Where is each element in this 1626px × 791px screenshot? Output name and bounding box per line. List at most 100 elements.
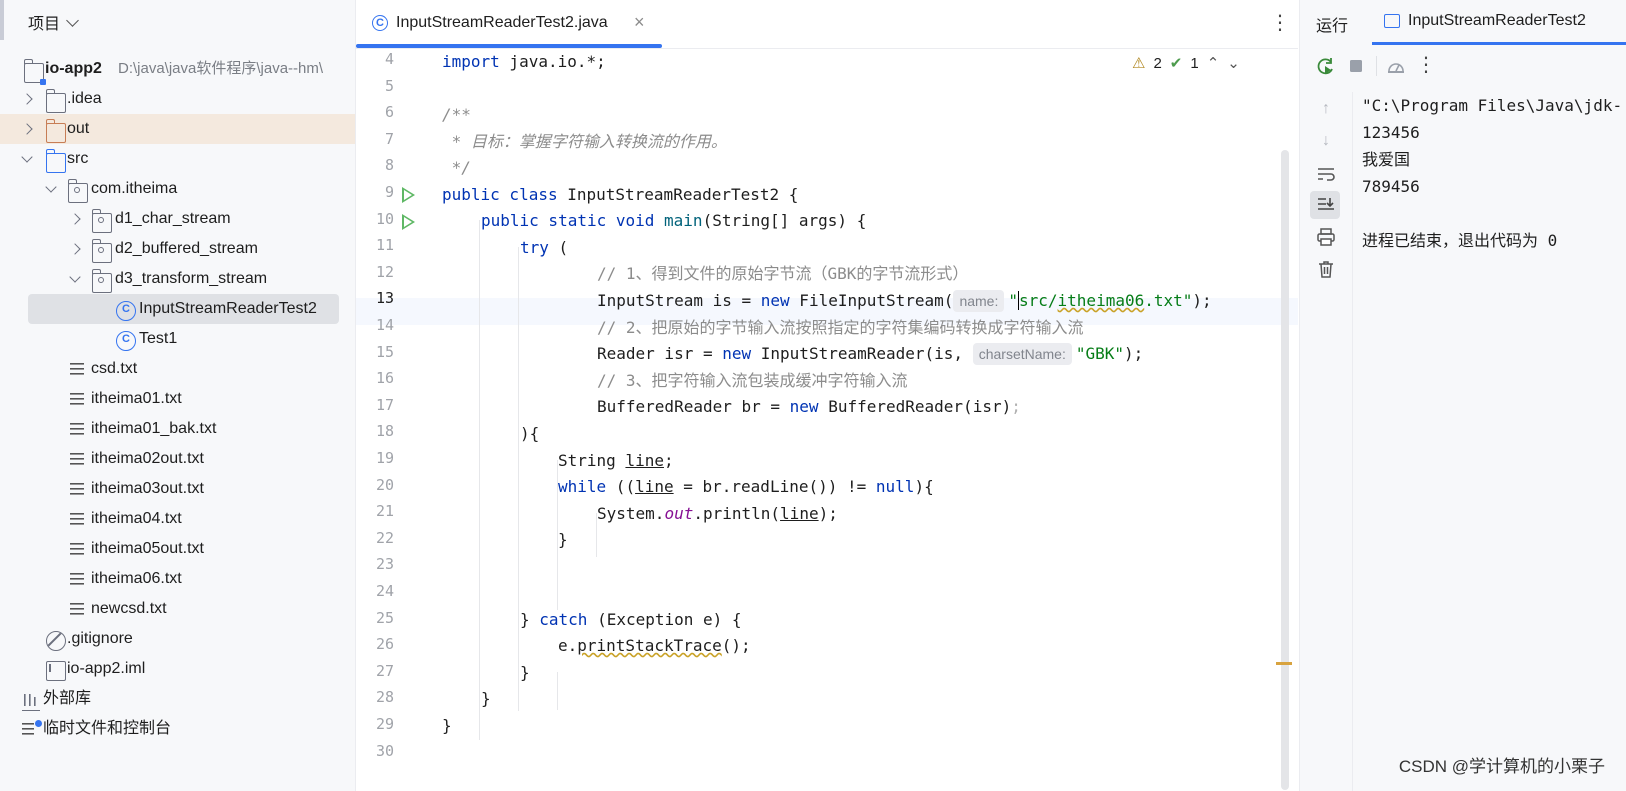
arrow-down-icon[interactable]: ↓ — [1316, 132, 1336, 152]
chevron-right-icon[interactable] — [20, 84, 36, 114]
tree-label: .idea — [67, 90, 102, 107]
close-icon[interactable]: × — [634, 12, 645, 33]
code-area[interactable]: import java.io.*; /** * 目标：掌握字符输入转换流的作用。… — [442, 48, 1272, 791]
tree-item-com-itheima[interactable]: com.itheima — [0, 174, 355, 204]
tree-item-io-app2[interactable]: io-app2 D:\java\java软件程序\java--hm\ — [0, 54, 355, 85]
line-number: 20 — [375, 475, 394, 494]
tool-window-stripe — [0, 0, 4, 40]
active-tab-indicator — [1372, 42, 1626, 45]
tree-item-file[interactable]: newcsd.txt — [0, 594, 355, 624]
tree-item-gitignore[interactable]: .gitignore — [0, 624, 355, 654]
library-icon — [22, 692, 40, 711]
tree-item-d2-buffered-stream[interactable]: d2_buffered_stream — [0, 234, 355, 264]
package-icon — [92, 209, 112, 233]
line-number: 13 — [375, 289, 394, 308]
code-text: InputStream is = — [597, 291, 761, 310]
tree-item-out[interactable]: out — [0, 114, 355, 144]
code-line-10: public static void main(String[] args) { — [481, 207, 866, 234]
chevron-right-icon[interactable] — [20, 114, 36, 144]
redundant-semicolon: ; — [1011, 397, 1021, 416]
tree-item-test1[interactable]: C Test1 — [0, 324, 355, 354]
code-line-22: } — [558, 530, 568, 549]
tree-item-file[interactable]: itheima05out.txt — [0, 534, 355, 564]
indent-guide — [518, 247, 519, 711]
tree-item-iml[interactable]: io-app2.iml — [0, 654, 355, 684]
tree-item-external-libraries[interactable]: 外部库 — [0, 684, 355, 714]
keyword: catch — [539, 610, 588, 629]
indent-guide — [479, 220, 480, 740]
console-output[interactable]: "C:\Program Files\Java\jdk- 123456 我爱国 7… — [1362, 92, 1626, 254]
arrow-up-icon[interactable]: ↑ — [1316, 100, 1336, 120]
code-text: InputStreamReader(is, — [751, 344, 973, 363]
code-line-15: Reader isr = new InputStreamReader(is, c… — [597, 340, 1143, 367]
more-options-icon[interactable]: ⋮ — [1270, 10, 1290, 35]
module-file-icon — [46, 661, 66, 681]
tree-item-file[interactable]: itheima04.txt — [0, 504, 355, 534]
code-line-20: while ((line = br.readLine()) != null){ — [558, 473, 934, 500]
chevron-right-icon[interactable] — [68, 204, 84, 234]
profiler-icon[interactable] — [1386, 56, 1406, 76]
tree-label: itheima04.txt — [91, 510, 182, 527]
vertical-scrollbar[interactable] — [1281, 150, 1289, 790]
code-line-27: } — [520, 663, 530, 682]
text-file-icon — [70, 423, 88, 441]
code-text: Reader isr = — [597, 344, 723, 363]
tree-item-d1-char-stream[interactable]: d1_char_stream — [0, 204, 355, 234]
rerun-icon[interactable] — [1316, 56, 1336, 76]
variable: line — [780, 504, 819, 523]
line-number: 25 — [375, 608, 394, 627]
tree-item-file[interactable]: itheima01.txt — [0, 384, 355, 414]
package-icon — [92, 239, 112, 263]
run-gutter-icon[interactable] — [402, 213, 415, 230]
tree-item-inputstreamreadertest2[interactable]: C InputStreamReaderTest2 — [28, 294, 339, 324]
tree-item-file[interactable]: itheima02out.txt — [0, 444, 355, 474]
warning-marker[interactable] — [1276, 662, 1292, 665]
code-text: } — [520, 610, 540, 629]
code-text: = br.readLine()) != — [673, 477, 876, 496]
tree-item-d3-transform-stream[interactable]: d3_transform_stream — [0, 264, 355, 294]
code-text: (); — [721, 636, 751, 655]
chevron-right-icon[interactable] — [68, 234, 84, 264]
project-title: 项目 — [28, 16, 61, 33]
text-file-icon — [70, 363, 88, 381]
package-icon — [92, 269, 112, 293]
tree-item-file[interactable]: itheima01_bak.txt — [0, 414, 355, 444]
tree-item-scratches[interactable]: 临时文件和控制台 — [0, 714, 355, 744]
text-file-icon — [70, 573, 88, 591]
more-options-icon[interactable]: ⋮ — [1416, 52, 1436, 76]
chevron-down-icon[interactable] — [20, 144, 36, 174]
stop-icon[interactable] — [1346, 56, 1366, 76]
chevron-down-icon[interactable] — [44, 174, 60, 204]
line-number: 29 — [375, 715, 394, 733]
print-icon[interactable] — [1316, 227, 1336, 247]
code-text: (Exception e) { — [587, 610, 742, 629]
class-icon: C — [372, 15, 388, 31]
run-gutter-icon[interactable] — [402, 187, 415, 203]
line-number: 16 — [375, 369, 394, 388]
keyword: new — [789, 397, 819, 416]
module-folder-icon — [24, 59, 46, 85]
code-text: ); — [1124, 344, 1144, 363]
tree-item-file[interactable]: itheima06.txt — [0, 564, 355, 594]
tree-item-file[interactable]: csd.txt — [0, 354, 355, 384]
editor-tab[interactable]: C InputStreamReaderTest2.java × — [356, 0, 662, 48]
chevron-down-icon[interactable] — [68, 264, 84, 294]
soft-wrap-icon[interactable] — [1316, 164, 1336, 184]
folder-icon — [46, 89, 66, 113]
text-file-icon — [70, 603, 88, 621]
trash-icon[interactable] — [1316, 259, 1336, 279]
scroll-to-end-icon — [1318, 198, 1334, 210]
console-line: 789456 — [1362, 177, 1420, 196]
excluded-folder-icon — [46, 119, 66, 143]
tree-item-file[interactable]: itheima03out.txt — [0, 474, 355, 504]
tree-label: d2_buffered_stream — [115, 240, 258, 257]
tree-label: d1_char_stream — [115, 210, 231, 227]
code-line-19: String line; — [558, 447, 674, 474]
project-view-selector[interactable]: 项目 — [28, 10, 79, 34]
line-number: 24 — [375, 582, 394, 600]
line-number-gutter: 4 5 6 7 8 9 10 11 12 13 14 15 16 17 18 19 20 21 22 23 24 25 26… — [356, 48, 440, 791]
tree-item-src[interactable]: src — [0, 144, 355, 174]
run-config-tab[interactable]: InputStreamReaderTest2 — [1384, 12, 1586, 30]
tree-item-idea[interactable]: .idea — [0, 84, 355, 114]
